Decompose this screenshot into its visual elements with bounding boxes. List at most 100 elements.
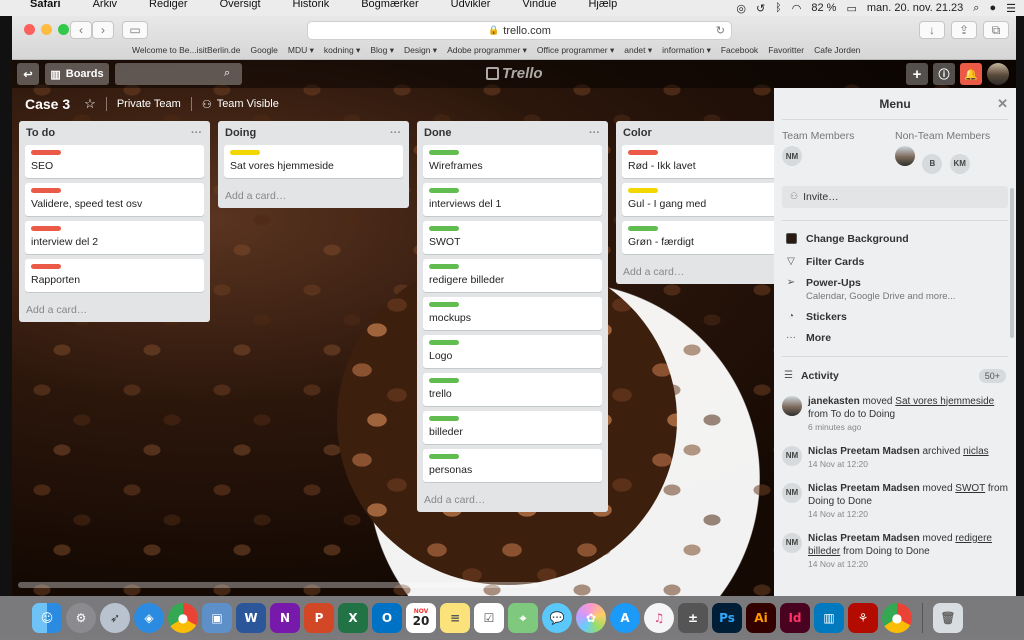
bookmark-item[interactable]: Favoritter xyxy=(768,45,804,56)
menu-vindue[interactable]: Vindue xyxy=(512,0,566,10)
list-menu-icon[interactable]: ··· xyxy=(589,127,600,139)
bookmark-item[interactable]: Facebook xyxy=(721,45,758,56)
card[interactable]: Validere, speed test osv xyxy=(25,183,204,216)
close-window-button[interactable] xyxy=(24,24,35,35)
card[interactable]: Logo xyxy=(423,335,602,368)
activity-card-link[interactable]: SWOT xyxy=(955,483,985,494)
card[interactable]: SEO xyxy=(25,145,204,178)
activity-time[interactable]: 6 minutes ago xyxy=(808,421,1008,433)
trello-app-icon[interactable]: ▥ xyxy=(814,603,844,633)
clock[interactable]: man. 20. nov. 21.23 xyxy=(867,2,963,14)
bookmark-item[interactable]: MDU ▾ xyxy=(288,45,314,56)
safari-icon[interactable]: ◈ xyxy=(134,603,164,633)
more-item[interactable]: ··· More xyxy=(774,332,1016,344)
siri-icon[interactable]: ● xyxy=(989,2,996,14)
member-avatar[interactable]: B xyxy=(922,153,943,174)
list-header[interactable]: Doing ··· xyxy=(218,121,409,145)
zoom-window-button[interactable] xyxy=(58,24,69,35)
bookmark-item[interactable]: Welcome to Be...isitBerlin.de xyxy=(132,45,241,56)
activity-user[interactable]: Niclas Preetam Madsen xyxy=(808,533,920,544)
card[interactable]: SWOT xyxy=(423,221,602,254)
card[interactable]: interviews del 1 xyxy=(423,183,602,216)
activity-card-link[interactable]: Sat vores hjemmeside xyxy=(895,396,994,407)
powerpoint-icon[interactable]: P xyxy=(304,603,334,633)
bookmark-item[interactable]: Design ▾ xyxy=(404,45,437,56)
illustrator-icon[interactable]: Ai xyxy=(746,603,776,633)
bookmark-item[interactable]: andet ▾ xyxy=(624,45,652,56)
activity-time[interactable]: 14 Nov at 12:20 xyxy=(808,558,1008,570)
add-card-button[interactable]: Add a card… xyxy=(218,183,409,208)
filter-cards-item[interactable]: ▽ Filter Cards xyxy=(774,256,1016,268)
finder-icon[interactable]: ☺ xyxy=(32,603,62,633)
invite-button[interactable]: ⚇ Invite… xyxy=(782,185,1008,208)
menu-historik[interactable]: Historik xyxy=(283,0,340,10)
list-header[interactable]: To do ··· xyxy=(19,121,210,145)
reminders-icon[interactable]: ☑ xyxy=(474,603,504,633)
member-avatar[interactable]: NM xyxy=(782,146,802,166)
address-bar[interactable]: 🔒 trello.com ↻ xyxy=(307,21,732,40)
notification-center-icon[interactable]: ☰ xyxy=(1006,2,1016,15)
member-avatar[interactable]: NM xyxy=(782,482,802,503)
member-avatar[interactable]: NM xyxy=(782,445,802,466)
add-card-button[interactable]: Add a card… xyxy=(417,487,608,512)
power-ups-item[interactable]: ➢ Power-Ups Calendar, Google Drive and m… xyxy=(774,277,1016,302)
list-title[interactable]: To do xyxy=(26,127,55,139)
activity-time[interactable]: 14 Nov at 12:20 xyxy=(808,458,989,470)
notes-icon[interactable]: ≡ xyxy=(440,603,470,633)
preview-icon[interactable]: ▣ xyxy=(202,603,232,633)
bookmark-item[interactable]: information ▾ xyxy=(662,45,711,56)
system-preferences-icon[interactable]: ⚙ xyxy=(66,603,96,633)
minimize-window-button[interactable] xyxy=(41,24,52,35)
bookmark-item[interactable]: Adobe programmer ▾ xyxy=(447,45,527,56)
timemachine-icon[interactable]: ↺ xyxy=(756,2,765,15)
star-icon[interactable]: ☆ xyxy=(84,96,96,112)
menu-rediger[interactable]: Rediger xyxy=(139,0,198,10)
back-button[interactable]: ‹ xyxy=(70,21,92,39)
bookmark-item[interactable]: Google xyxy=(251,45,278,56)
activity-user[interactable]: Niclas Preetam Madsen xyxy=(808,483,920,494)
card[interactable]: trello xyxy=(423,373,602,406)
messages-icon[interactable]: 💬 xyxy=(542,603,572,633)
maps-icon[interactable]: ⌖ xyxy=(508,603,538,633)
reload-icon[interactable]: ↻ xyxy=(716,24,725,37)
onenote-icon[interactable]: N xyxy=(270,603,300,633)
sidebar-toggle-icon[interactable]: ▭ xyxy=(122,21,148,39)
menu-udvikler[interactable]: Udvikler xyxy=(441,0,501,10)
excel-icon[interactable]: X xyxy=(338,603,368,633)
bookmark-item[interactable]: Office programmer ▾ xyxy=(537,45,614,56)
bluetooth-icon[interactable]: ᛒ xyxy=(775,2,782,14)
search-icon[interactable]: ⌕ xyxy=(224,67,230,80)
forward-button[interactable]: › xyxy=(92,21,114,39)
wifi-icon[interactable]: ◠ xyxy=(792,2,802,15)
activity-user[interactable]: Niclas Preetam Madsen xyxy=(808,446,920,457)
list-title[interactable]: Done xyxy=(424,127,452,139)
member-avatar[interactable]: KM xyxy=(949,153,970,174)
battery-percent[interactable]: 82 % xyxy=(811,2,836,14)
list-menu-icon[interactable]: ··· xyxy=(390,127,401,139)
notifications-bell-icon[interactable]: 🔔 xyxy=(960,63,982,85)
indesign-icon[interactable]: Id xyxy=(780,603,810,633)
card[interactable]: interview del 2 xyxy=(25,221,204,254)
menu-safari[interactable]: Safari xyxy=(20,0,71,10)
activity-time[interactable]: 14 Nov at 12:20 xyxy=(808,508,1008,520)
list-title[interactable]: Doing xyxy=(225,127,256,139)
app-store-icon[interactable]: A xyxy=(610,603,640,633)
card[interactable]: mockups xyxy=(423,297,602,330)
menu-hjaelp[interactable]: Hjælp xyxy=(578,0,627,10)
bookmark-item[interactable]: Blog ▾ xyxy=(370,45,394,56)
visibility-label[interactable]: Team Visible xyxy=(217,98,279,110)
list-menu-icon[interactable]: ··· xyxy=(191,127,202,139)
list-title[interactable]: Color xyxy=(623,127,652,139)
back-to-home-icon[interactable]: ↩ xyxy=(17,63,39,85)
launchpad-icon[interactable]: ➶ xyxy=(100,603,130,633)
card[interactable]: redigere billeder xyxy=(423,259,602,292)
photos-icon[interactable]: ✿ xyxy=(576,603,606,633)
boards-button[interactable]: ▥ Boards xyxy=(45,63,109,85)
menu-oversigt[interactable]: Oversigt xyxy=(210,0,271,10)
user-avatar[interactable] xyxy=(987,63,1009,85)
stickers-item[interactable]: ◔ Stickers xyxy=(774,311,1016,323)
activity-count-badge[interactable]: 50+ xyxy=(978,368,1006,383)
card[interactable]: personas xyxy=(423,449,602,482)
member-avatar[interactable]: NM xyxy=(782,532,802,553)
photoshop-icon[interactable]: Ps xyxy=(712,603,742,633)
